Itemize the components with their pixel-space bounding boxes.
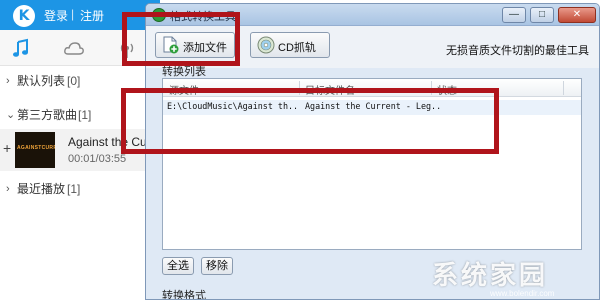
player-tab-bar <box>0 30 160 66</box>
song-time: 00:01/03:55 <box>68 153 127 165</box>
column-divider[interactable] <box>431 81 432 95</box>
watermark-url: www.bolendir.com <box>490 289 555 298</box>
column-header-source[interactable]: 源文件 <box>169 82 199 97</box>
login-link[interactable]: 登录 <box>44 7 68 24</box>
cd-disc-icon <box>257 36 275 54</box>
tab-music-library[interactable] <box>10 38 32 60</box>
list-header: 源文件 目标文件名 状态 <box>163 79 581 97</box>
chevron-down-icon: ⌄ <box>6 109 16 121</box>
cd-rip-button[interactable]: CD抓轨 <box>250 32 330 58</box>
conversion-list-label: 转换列表 <box>162 66 206 78</box>
cell-source-file: E:\CloudMusic\Against th.. <box>167 101 299 111</box>
register-link[interactable]: 注册 <box>80 7 104 24</box>
add-file-icon <box>163 36 179 54</box>
app-logo: K <box>13 5 35 27</box>
group-third-party-songs[interactable]: ⌄ 第三方歌曲 [1] <box>0 104 160 126</box>
cell-target-file: Against the Current - Leg.. <box>305 101 442 111</box>
watermark-text: 系统家园 <box>432 261 549 291</box>
music-note-icon <box>13 38 28 57</box>
tool-slogan: 无损音质文件切割的最佳工具 <box>446 45 589 57</box>
group-recently-played[interactable]: › 最近播放 [1] <box>0 178 160 200</box>
group-default-list[interactable]: › 默认列表 [0] <box>0 70 160 92</box>
music-player-panel: K 登录 | 注册 › 默认列表 [0] ⌄ 第三方歌曲 [1] + AGAIN… <box>0 0 160 300</box>
tab-radio[interactable] <box>116 38 138 60</box>
output-format-label: 转换格式 <box>162 290 206 300</box>
group-count: [0] <box>67 74 81 88</box>
dialog-titlebar[interactable]: 格式转换工具 — □ ✕ <box>146 4 599 26</box>
app-icon <box>152 8 166 22</box>
column-divider[interactable] <box>563 81 564 95</box>
group-count: [1] <box>67 182 81 196</box>
tab-cloud[interactable] <box>63 38 85 60</box>
remove-button[interactable]: 移除 <box>201 257 233 275</box>
maximize-button[interactable]: □ <box>530 7 554 23</box>
album-cover-logo: AGAINSTCURRENT <box>17 145 55 151</box>
album-cover: AGAINSTCURRENT <box>15 132 55 168</box>
chevron-right-icon: › <box>6 75 10 87</box>
song-list-item[interactable]: + AGAINSTCURRENT Against the Curr 00:01/… <box>0 129 160 171</box>
login-separator: | <box>71 7 75 21</box>
group-name: 最近播放 <box>17 182 66 196</box>
table-row[interactable]: E:\CloudMusic\Against th.. Against the C… <box>163 100 581 115</box>
add-file-button[interactable]: 添加文件 <box>155 32 235 58</box>
add-icon[interactable]: + <box>3 140 11 156</box>
select-all-button[interactable]: 全选 <box>162 257 194 275</box>
dialog-toolbar: 添加文件 CD抓轨 无损音质文件切割的最佳工具 <box>146 26 599 68</box>
player-header: K 登录 | 注册 <box>0 0 160 30</box>
close-button[interactable]: ✕ <box>558 7 596 23</box>
group-name: 第三方歌曲 <box>17 108 78 122</box>
cd-rip-label: CD抓轨 <box>278 42 316 54</box>
song-title: Against the Curr <box>68 135 155 149</box>
minimize-button[interactable]: — <box>502 7 526 23</box>
site-watermark: 系统家园 www.bolendir.com <box>428 255 598 299</box>
group-name: 默认列表 <box>17 74 66 88</box>
radio-icon <box>120 43 134 58</box>
column-divider[interactable] <box>299 81 300 95</box>
cloud-icon <box>64 42 84 55</box>
dialog-title: 格式转换工具 <box>170 11 236 23</box>
conversion-list[interactable]: 源文件 目标文件名 状态 E:\CloudMusic\Against th.. … <box>162 78 582 250</box>
group-count: [1] <box>78 108 92 122</box>
column-header-target[interactable]: 目标文件名 <box>305 82 355 97</box>
add-file-label: 添加文件 <box>183 42 227 54</box>
column-header-status[interactable]: 状态 <box>437 82 457 97</box>
chevron-right-icon: › <box>6 183 10 195</box>
